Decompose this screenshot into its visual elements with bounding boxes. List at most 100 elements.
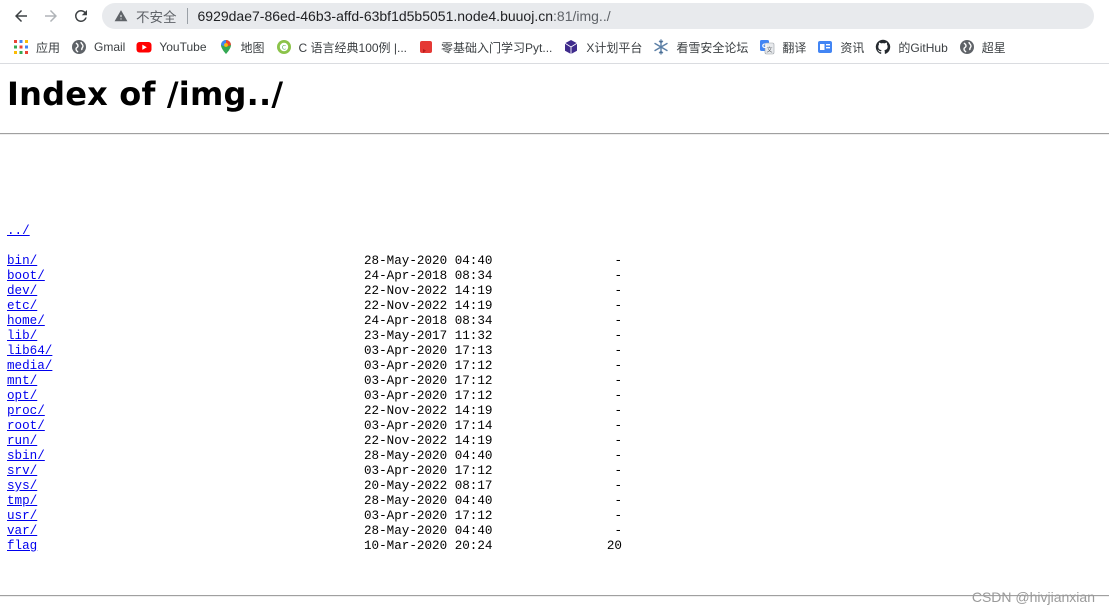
file-size: - (614, 269, 622, 283)
bookmark-chaoxing[interactable]: 超星 (954, 34, 1011, 60)
listing-rows: ../ bin/28-May-2020 04:40- boot/24-Apr-20… (7, 179, 622, 554)
modified-date: 22-Nov-2022 14:19 (364, 299, 493, 313)
modified-date: 28-May-2020 04:40 (364, 494, 493, 508)
table-row: media/03-Apr-2020 17:12 - (7, 359, 622, 374)
bookmark-label: X计划平台 (586, 40, 643, 55)
modified-date: 03-Apr-2020 17:12 (364, 359, 493, 373)
browser-toolbar: 不安全 6929dae7-86ed-46b3-affd-63bf1d5b5051… (0, 0, 1109, 31)
modified-date: 28-May-2020 04:40 (364, 449, 493, 463)
file-link[interactable]: etc/ (7, 299, 37, 314)
bookmark-translate[interactable]: G文 翻译 (754, 34, 811, 60)
table-row: tmp/28-May-2020 04:40 - (7, 494, 622, 509)
watermark: CSDN @hivjianxian (971, 589, 1095, 605)
file-link[interactable]: boot/ (7, 269, 45, 284)
globe-icon (959, 39, 975, 55)
security-status-label[interactable]: 不安全 (136, 6, 177, 26)
bookmark-label: YouTube (159, 40, 207, 54)
modified-date: 28-May-2020 04:40 (364, 524, 493, 538)
bookmark-youtube[interactable]: YouTube (131, 34, 211, 60)
bookmark-python-course[interactable]: 零基础入门学习Pyt... (413, 34, 557, 60)
bookmarks-bar: 应用 Gmail YouTube 地图 C C 语言经典100例 |... 零基… (0, 31, 1109, 64)
file-link[interactable]: lib64/ (7, 344, 52, 359)
modified-date: 20-May-2022 08:17 (364, 479, 493, 493)
bookmark-kanxue[interactable]: 看雪安全论坛 (648, 34, 753, 60)
bookmark-label: 零基础入门学习Pyt... (441, 40, 553, 55)
file-link[interactable]: var/ (7, 524, 37, 539)
cube-icon (563, 39, 579, 55)
file-size: 20 (606, 539, 622, 553)
parent-directory-row: ../ (7, 209, 622, 238)
file-size: - (614, 404, 622, 418)
apps-grid-icon (13, 39, 29, 55)
file-size: - (614, 449, 622, 463)
modified-date: 22-Nov-2022 14:19 (364, 404, 493, 418)
modified-date: 03-Apr-2020 17:12 (364, 464, 493, 478)
table-row: run/22-Nov-2022 14:19 - (7, 434, 622, 449)
github-icon (875, 39, 891, 55)
address-bar[interactable]: 不安全 6929dae7-86ed-46b3-affd-63bf1d5b5051… (102, 2, 1094, 29)
red-book-icon (418, 39, 434, 55)
file-link[interactable]: proc/ (7, 404, 45, 419)
file-link[interactable]: home/ (7, 314, 45, 329)
bookmark-github[interactable]: 的GitHub (870, 34, 952, 60)
bookmark-apps[interactable]: 应用 (8, 34, 65, 60)
modified-date: 03-Apr-2020 17:12 (364, 509, 493, 523)
bookmark-gmail[interactable]: Gmail (66, 34, 130, 60)
file-size: - (614, 284, 622, 298)
file-size: - (614, 479, 622, 493)
file-size: - (614, 389, 622, 403)
reload-button[interactable] (66, 2, 96, 30)
bookmark-c-language[interactable]: C C 语言经典100例 |... (271, 34, 412, 60)
table-row: srv/03-Apr-2020 17:12 - (7, 464, 622, 479)
table-row: lib/23-May-2017 11:32 - (7, 329, 622, 344)
c-lang-icon: C (276, 39, 292, 55)
file-size: - (614, 254, 622, 268)
parent-directory-link[interactable]: ../ (7, 224, 30, 239)
file-link[interactable]: opt/ (7, 389, 37, 404)
youtube-icon (136, 39, 152, 55)
file-size: - (614, 314, 622, 328)
table-row: opt/03-Apr-2020 17:12 - (7, 389, 622, 404)
reload-icon (74, 9, 87, 22)
file-link[interactable]: dev/ (7, 284, 37, 299)
file-size: - (614, 329, 622, 343)
address-separator (186, 7, 188, 24)
file-link[interactable]: lib/ (7, 329, 37, 344)
url-host: 6929dae7-86ed-46b3-affd-63bf1d5b5051.nod… (197, 7, 554, 24)
table-row: bin/28-May-2020 04:40 - (7, 254, 622, 269)
file-size: - (614, 344, 622, 358)
file-link[interactable]: sys/ (7, 479, 37, 494)
file-link[interactable]: usr/ (7, 509, 37, 524)
svg-text:C: C (281, 44, 285, 51)
file-size: - (614, 299, 622, 313)
bookmark-maps[interactable]: 地图 (213, 34, 270, 60)
arrow-right-icon (45, 9, 57, 22)
modified-date: 10-Mar-2020 20:24 (364, 539, 493, 553)
globe-icon (71, 39, 87, 55)
modified-date: 24-Apr-2018 08:34 (364, 269, 493, 283)
back-button[interactable] (6, 2, 36, 30)
file-link[interactable]: srv/ (7, 464, 37, 479)
file-link[interactable]: run/ (7, 434, 37, 449)
translate-icon: G文 (759, 39, 775, 55)
table-row: sys/20-May-2022 08:17 - (7, 479, 622, 494)
bookmark-x-plan[interactable]: X计划平台 (558, 34, 647, 60)
file-link[interactable]: sbin/ (7, 449, 45, 464)
table-row: flag 10-Mar-2020 20:24 20 (7, 539, 622, 554)
file-link[interactable]: mnt/ (7, 374, 37, 389)
table-row: lib64/03-Apr-2020 17:13 - (7, 344, 622, 359)
forward-button[interactable] (36, 2, 66, 30)
table-row: root/03-Apr-2020 17:14 - (7, 419, 622, 434)
file-link[interactable]: root/ (7, 419, 45, 434)
file-size: - (614, 509, 622, 523)
table-row: home/24-Apr-2018 08:34 - (7, 314, 622, 329)
file-link[interactable]: flag (7, 539, 37, 554)
file-size: - (614, 434, 622, 448)
maps-pin-icon (218, 39, 234, 55)
file-link[interactable]: bin/ (7, 254, 37, 269)
file-link[interactable]: tmp/ (7, 494, 37, 509)
arrow-left-icon (15, 9, 27, 22)
warning-triangle-icon[interactable] (114, 9, 128, 23)
bookmark-news[interactable]: 资讯 (812, 34, 869, 60)
file-link[interactable]: media/ (7, 359, 52, 374)
